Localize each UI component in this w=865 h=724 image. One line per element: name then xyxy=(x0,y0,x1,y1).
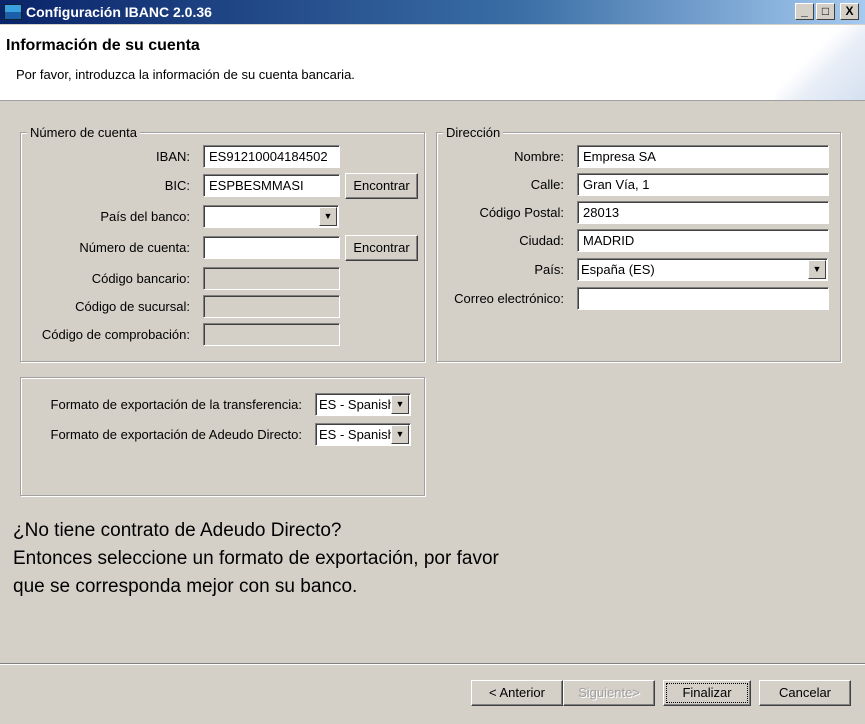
window-title: Configuración IBANC 2.0.36 xyxy=(26,4,212,20)
check-code-input xyxy=(203,323,340,346)
wizard-header: Información de su cuenta Por favor, intr… xyxy=(0,25,865,101)
branch-code-label: Código de sucursal: xyxy=(75,299,190,314)
email-input[interactable] xyxy=(577,287,829,310)
page-subtitle: Por favor, introduzca la información de … xyxy=(16,67,355,82)
page-title: Información de su cuenta xyxy=(6,37,200,54)
bic-label: BIC: xyxy=(164,178,190,193)
find-bic-button[interactable]: Encontrar xyxy=(345,173,418,199)
header-decoration xyxy=(775,25,865,100)
chevron-down-icon[interactable]: ▼ xyxy=(319,207,337,226)
chevron-down-icon[interactable]: ▼ xyxy=(808,260,826,279)
branch-code-input xyxy=(203,295,340,318)
country-label: País: xyxy=(534,262,564,277)
info-line-3: que se corresponda mejor con su banco. xyxy=(13,576,358,597)
check-code-label: Código de comprobación: xyxy=(41,327,190,342)
info-line-2: Entonces seleccione un formato de export… xyxy=(13,548,499,569)
postal-code-label: Código Postal: xyxy=(479,205,564,220)
account-number-input[interactable] xyxy=(203,236,340,259)
next-button[interactable]: Siguiente> xyxy=(563,680,655,706)
city-label: Ciudad: xyxy=(519,233,564,248)
title-bar: Configuración IBANC 2.0.36 _ □ X xyxy=(0,0,865,24)
app-icon xyxy=(4,4,22,20)
iban-input[interactable] xyxy=(203,145,340,168)
chevron-down-icon[interactable]: ▼ xyxy=(391,425,409,444)
info-message: ¿No tiene contrato de Adeudo Directo? En… xyxy=(13,517,499,601)
chevron-down-icon[interactable]: ▼ xyxy=(391,395,409,414)
debit-format-select[interactable]: ES - Spanish ▼ xyxy=(315,423,411,446)
back-button[interactable]: < Anterior xyxy=(471,680,563,706)
debit-format-label: Formato de exportación de Adeudo Directo… xyxy=(50,427,302,442)
address-legend: Dirección xyxy=(443,125,504,140)
finish-button[interactable]: Finalizar xyxy=(663,680,751,706)
info-line-1: ¿No tiene contrato de Adeudo Directo? xyxy=(13,520,342,541)
city-input[interactable] xyxy=(577,229,829,252)
street-label: Calle: xyxy=(530,177,564,192)
name-input[interactable] xyxy=(577,145,829,168)
email-label: Correo electrónico: xyxy=(454,291,564,306)
transfer-format-select[interactable]: ES - Spanish ▼ xyxy=(315,393,411,416)
iban-label: IBAN: xyxy=(156,149,190,164)
country-value: España (ES) xyxy=(581,262,655,277)
close-button[interactable]: X xyxy=(840,3,859,20)
country-select[interactable]: España (ES) ▼ xyxy=(577,258,828,281)
name-label: Nombre: xyxy=(514,149,564,164)
bank-code-input xyxy=(203,267,340,290)
cancel-button[interactable]: Cancelar xyxy=(759,680,851,706)
account-number-label: Número de cuenta: xyxy=(79,240,190,255)
bank-country-label: País del banco: xyxy=(100,209,190,224)
find-account-button[interactable]: Encontrar xyxy=(345,235,418,261)
bank-code-label: Código bancario: xyxy=(91,271,190,286)
minimize-button[interactable]: _ xyxy=(795,3,814,20)
bic-input[interactable] xyxy=(203,174,340,197)
street-input[interactable] xyxy=(577,173,829,196)
postal-code-input[interactable] xyxy=(577,201,829,224)
maximize-button[interactable]: □ xyxy=(816,3,835,20)
debit-format-value: ES - Spanish xyxy=(319,427,395,442)
account-legend: Número de cuenta xyxy=(27,125,140,140)
transfer-format-value: ES - Spanish xyxy=(319,397,395,412)
bank-country-select[interactable]: ▼ xyxy=(203,205,339,228)
transfer-format-label: Formato de exportación de la transferenc… xyxy=(50,397,302,412)
footer-separator xyxy=(0,663,865,665)
